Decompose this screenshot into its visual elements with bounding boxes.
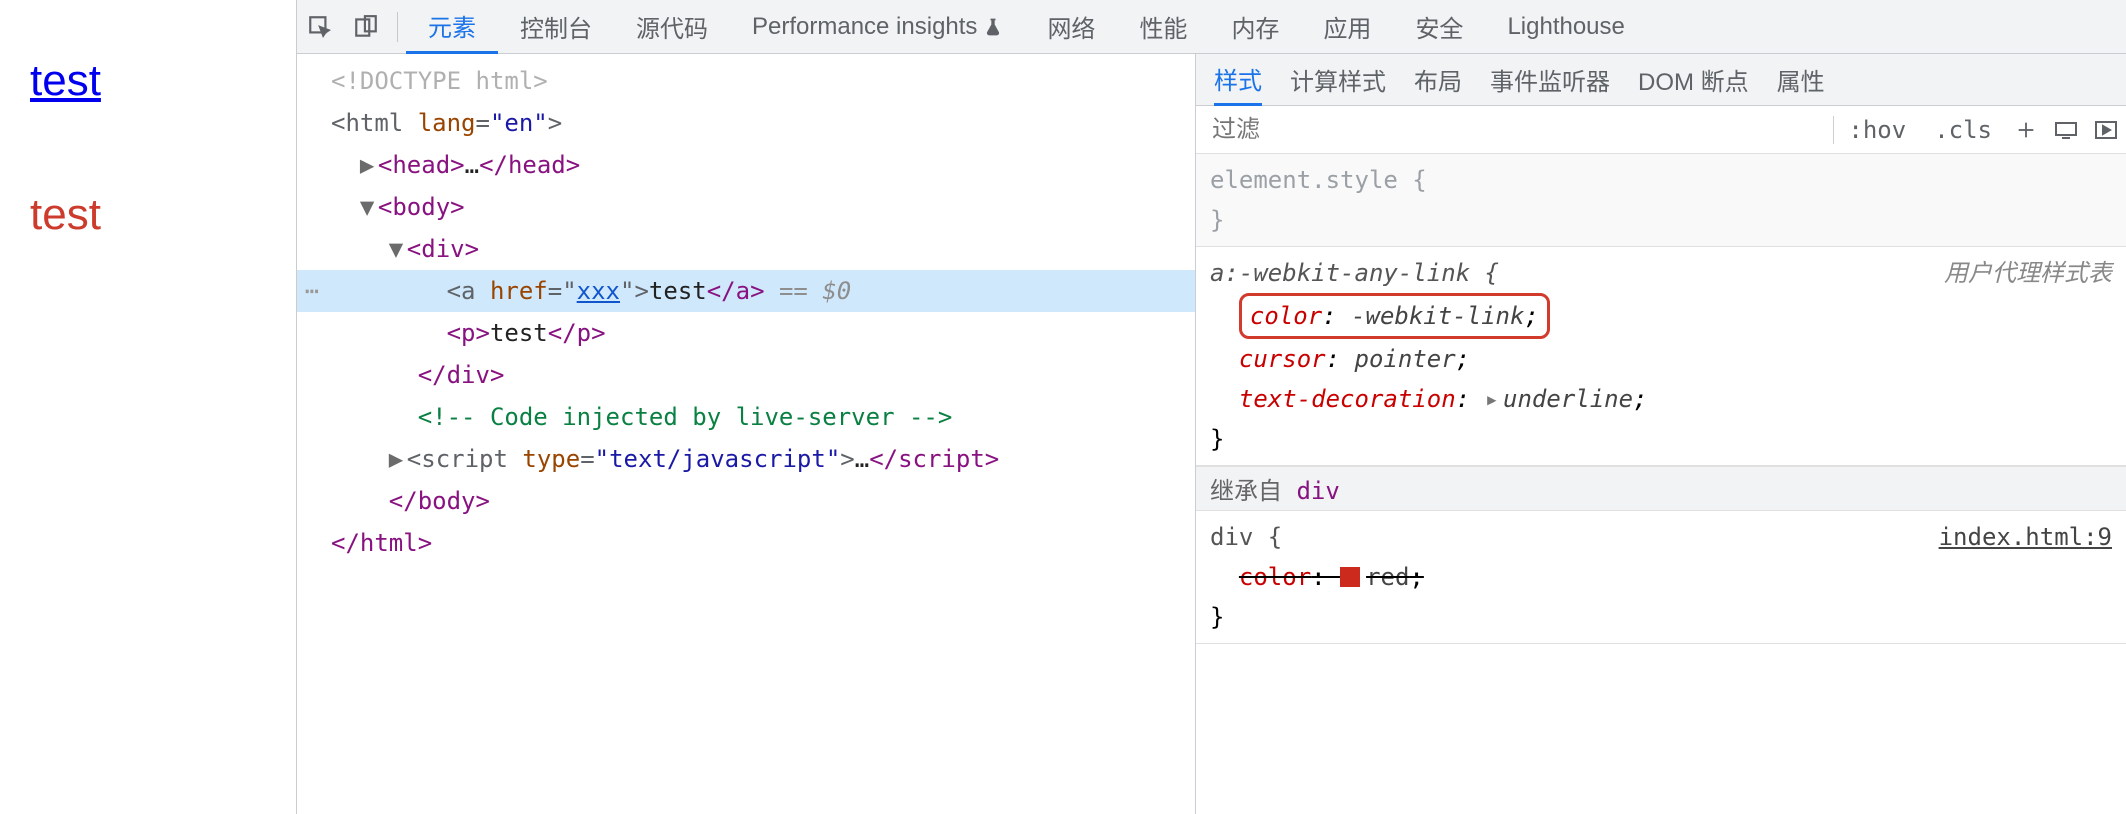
subtab-properties[interactable]: 属性 <box>1777 54 1825 106</box>
highlighted-declaration: color: -webkit-link; <box>1239 293 1550 339</box>
dom-line[interactable]: ▶<script type="text/javascript">…</scrip… <box>297 438 1195 480</box>
elements-panel[interactable]: <!DOCTYPE html> <html lang="en"> ▶<head>… <box>297 54 1196 814</box>
dom-line[interactable]: ▼<div> <box>297 228 1195 270</box>
dom-line[interactable]: <!DOCTYPE html> <box>297 60 1195 102</box>
dom-line[interactable]: ▶<head>…</head> <box>297 144 1195 186</box>
subtab-layout[interactable]: 布局 <box>1414 54 1462 106</box>
styles-filter-row: :hov .cls <box>1196 106 2126 154</box>
page-paragraph: test <box>30 190 266 240</box>
tab-performance[interactable]: 性能 <box>1117 0 1209 54</box>
rendered-page: test test <box>0 0 296 814</box>
device-styles-icon[interactable] <box>2046 120 2086 140</box>
toolbar-separator <box>397 12 398 42</box>
expand-icon[interactable]: ▸ <box>1485 385 1499 413</box>
color-swatch-icon[interactable] <box>1340 567 1360 587</box>
flask-icon <box>983 16 1003 38</box>
tab-memory[interactable]: 内存 <box>1209 0 1301 54</box>
computed-toggle-icon[interactable] <box>2086 120 2126 140</box>
tab-performance-insights-label: Performance insights <box>752 13 977 41</box>
page-link[interactable]: test <box>30 56 266 106</box>
hov-button[interactable]: :hov <box>1834 116 1920 144</box>
new-style-icon[interactable] <box>2006 119 2046 141</box>
devtools-toolbar: 元素 控制台 源代码 Performance insights 网络 性能 内存… <box>297 0 2126 54</box>
tab-sources[interactable]: 源代码 <box>614 0 730 54</box>
tab-console[interactable]: 控制台 <box>498 0 614 54</box>
tab-performance-insights[interactable]: Performance insights <box>730 0 1025 54</box>
styles-subtabs: 样式 计算样式 布局 事件监听器 DOM 断点 属性 <box>1196 54 2126 106</box>
div-rule[interactable]: index.html:9 div { color: red; } <box>1196 511 2126 644</box>
inherited-from-bar: 继承自 div <box>1196 466 2126 511</box>
dom-line[interactable]: <!-- Code injected by live-server --> <box>297 396 1195 438</box>
ua-rule[interactable]: 用户代理样式表 a:-webkit-any-link { color: -web… <box>1196 247 2126 466</box>
subtab-dom-breakpoints[interactable]: DOM 断点 <box>1638 54 1749 106</box>
styles-filter-input[interactable] <box>1196 116 1833 144</box>
tab-application[interactable]: 应用 <box>1301 0 1393 54</box>
cls-button[interactable]: .cls <box>1920 116 2006 144</box>
tab-elements[interactable]: 元素 <box>406 0 498 54</box>
subtab-listeners[interactable]: 事件监听器 <box>1490 54 1610 106</box>
subtab-styles[interactable]: 样式 <box>1214 54 1262 106</box>
tab-security[interactable]: 安全 <box>1393 0 1485 54</box>
devtools: 元素 控制台 源代码 Performance insights 网络 性能 内存… <box>296 0 2126 814</box>
expand-icon[interactable]: ▶ <box>360 144 378 186</box>
collapse-icon[interactable]: ▼ <box>360 186 378 228</box>
collapse-icon[interactable]: ▼ <box>389 228 407 270</box>
subtab-computed[interactable]: 计算样式 <box>1290 54 1386 106</box>
styles-panel: 样式 计算样式 布局 事件监听器 DOM 断点 属性 :hov .cls <box>1196 54 2126 814</box>
dom-line[interactable]: <p>test</p> <box>297 312 1195 354</box>
dom-line[interactable]: </body> <box>297 480 1195 522</box>
devtools-main: <!DOCTYPE html> <html lang="en"> ▶<head>… <box>297 54 2126 814</box>
tab-network[interactable]: 网络 <box>1025 0 1117 54</box>
expand-icon[interactable]: ▶ <box>389 438 407 480</box>
ua-stylesheet-label: 用户代理样式表 <box>1944 253 2112 293</box>
device-toggle-icon[interactable] <box>343 14 389 40</box>
dom-line[interactable]: </div> <box>297 354 1195 396</box>
more-icon[interactable]: ⋯ <box>297 270 327 312</box>
element-style-rule[interactable]: element.style { } <box>1196 154 2126 247</box>
tab-lighthouse[interactable]: Lighthouse <box>1485 0 1646 54</box>
source-link[interactable]: index.html:9 <box>1939 517 2112 557</box>
dom-line[interactable]: <html lang="en"> <box>297 102 1195 144</box>
dom-line[interactable]: ▼<body> <box>297 186 1195 228</box>
inspect-icon[interactable] <box>297 14 343 40</box>
dom-line-selected[interactable]: ⋯ <a href="xxx">test</a> == $0 <box>297 270 1195 312</box>
dom-line[interactable]: </html> <box>297 522 1195 564</box>
